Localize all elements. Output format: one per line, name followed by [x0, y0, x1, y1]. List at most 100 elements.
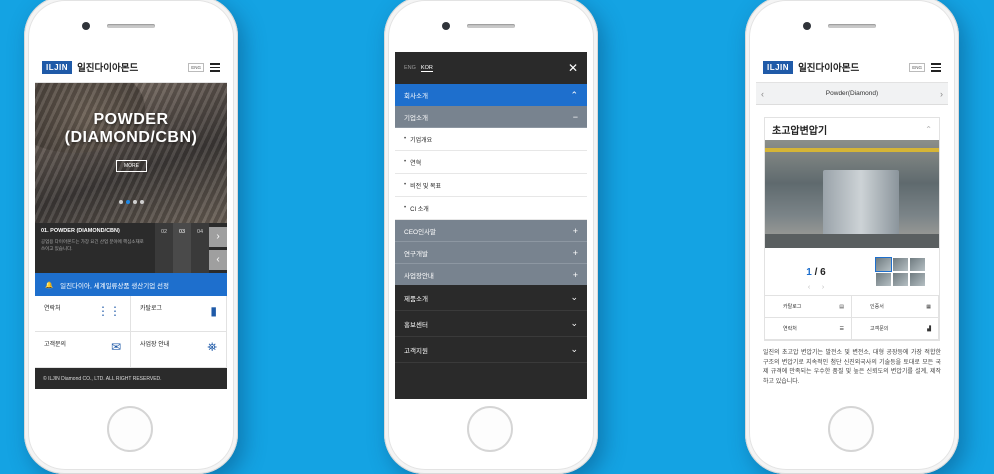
more-button[interactable]: MORE: [116, 160, 147, 172]
quick-link-catalog[interactable]: 카탈로그 ▮: [131, 296, 227, 332]
home-button[interactable]: [828, 406, 874, 452]
map-icon: ⛯: [207, 340, 217, 354]
submenu-ci[interactable]: CI 소개: [395, 197, 587, 220]
slider-dot[interactable]: [133, 200, 137, 204]
page-indicator: 1 / 6: [806, 266, 826, 278]
thumbnail[interactable]: [893, 273, 908, 286]
iljin-logo[interactable]: ILJIN: [42, 60, 73, 74]
lang-badge[interactable]: ENG: [188, 62, 204, 72]
menu-item-rnd[interactable]: 연구개발 +: [395, 242, 587, 264]
submenu-overview[interactable]: 기업개요: [395, 128, 587, 151]
chevron-down-icon: ⌄: [570, 292, 578, 302]
slide-number[interactable]: 04: [191, 223, 209, 273]
thumbnail-grid: [875, 257, 925, 286]
chevron-down-icon: ⌄: [570, 344, 578, 354]
inquiry-icon: ▟: [927, 325, 931, 332]
chevron-down-icon: ⌄: [570, 318, 578, 328]
slider-dot[interactable]: [119, 200, 123, 204]
brand-name: 일진다이아몬드: [798, 63, 860, 74]
screen-menu: ENG KOR ✕ 회사소개⌃ 기업소개− 기업개요 연혁 비전 및 목표 CI…: [395, 52, 587, 399]
chevron-left-icon[interactable]: ‹: [761, 89, 764, 99]
menu-item-company[interactable]: 회사소개 ⌃: [395, 84, 587, 106]
chevron-right-icon[interactable]: ›: [940, 89, 943, 99]
slider-dots: [119, 200, 144, 204]
menu-item-pr[interactable]: 홍보센터 ⌄: [395, 311, 587, 337]
notice-banner[interactable]: 🔔 일진다이아, 세계일류상품 생산기업 선정: [35, 273, 227, 296]
chevron-left-icon[interactable]: ‹: [209, 250, 227, 270]
site-header: ILJIN 일진다이아몬드 ENG: [35, 52, 227, 83]
product-links: 카탈로그 ▤ 인증서 ▦ 연락처 ☰ 고객문의 ▟: [765, 295, 939, 340]
close-icon[interactable]: ✕: [568, 61, 578, 75]
phone-frame-home: ILJIN 일진다이아몬드 ENG POWDER (DIAMOND/CBN) M…: [24, 0, 238, 474]
product-description: 일진의 초고압 변압기는 발전소 및 변전소, 대형 공장등에 가장 적합한 구…: [763, 350, 941, 385]
camera-dot: [442, 22, 450, 30]
chevron-right-icon[interactable]: ›: [822, 284, 824, 291]
iljin-logo[interactable]: ILJIN: [763, 60, 794, 74]
certificate-icon: ▦: [926, 303, 931, 310]
slide-caption-title: 01. POWDER (DIAMOND/CBN): [41, 228, 120, 234]
slide-number[interactable]: 02: [155, 223, 173, 273]
link-certificate[interactable]: 인증서 ▦: [852, 296, 939, 318]
thumbnail[interactable]: [875, 257, 892, 272]
gallery-arrows: ‹ ›: [771, 284, 861, 291]
quick-link-location[interactable]: 사업장 안내 ⛯: [131, 332, 227, 368]
lang-kor[interactable]: KOR: [420, 65, 433, 72]
hero-slider[interactable]: POWDER (DIAMOND/CBN) MORE: [35, 83, 227, 223]
phone-frame-product: ILJIN 일진다이아몬드 ENG ‹ Powder(Diamond) › 초고…: [745, 0, 959, 474]
quick-link-contact[interactable]: 연락처 ⋮⋮: [35, 296, 131, 332]
screen-product: ILJIN 일진다이아몬드 ENG ‹ Powder(Diamond) › 초고…: [756, 52, 948, 399]
menu-item-ceo[interactable]: CEO인사말 +: [395, 220, 587, 242]
plus-icon: +: [572, 269, 578, 280]
product-title-row[interactable]: 초고압변압기 ⌃: [765, 118, 939, 140]
category-title: Powder(Diamond): [825, 90, 879, 97]
thumbnail[interactable]: [893, 258, 908, 271]
menu-item-sites[interactable]: 사업장안내 +: [395, 264, 587, 285]
camera-dot: [82, 22, 90, 30]
lang-eng[interactable]: ENG: [404, 65, 416, 71]
submenu-history[interactable]: 연혁: [395, 151, 587, 174]
phone-icon: ⋮⋮: [97, 304, 121, 318]
slider-dot-active[interactable]: [126, 200, 130, 204]
chevron-left-icon[interactable]: ‹: [808, 284, 810, 291]
phone-frame-menu: ENG KOR ✕ 회사소개⌃ 기업소개− 기업개요 연혁 비전 및 목표 CI…: [384, 0, 598, 474]
link-inquiry[interactable]: 고객문의 ▟: [852, 318, 939, 340]
slide-caption-text: 공업용 다이아몬드는 가장 요긴 산업 분야에 핵심소재로 쓰이고 있습니다.: [41, 239, 144, 251]
slide-number[interactable]: 03: [173, 223, 191, 273]
hero-title: POWDER (DIAMOND/CBN): [64, 111, 198, 146]
chevron-right-icon[interactable]: ›: [209, 227, 227, 247]
link-contact[interactable]: 연락처 ☰: [765, 318, 852, 340]
speaker-slot: [467, 24, 515, 28]
menu-item-support[interactable]: 고객지원 ⌄: [395, 337, 587, 363]
speaker-slot: [107, 24, 155, 28]
contact-icon: ☰: [839, 325, 844, 332]
hamburger-menu-icon[interactable]: [210, 63, 220, 72]
home-button[interactable]: [107, 406, 153, 452]
menu-top-bar: ENG KOR ✕: [395, 52, 587, 84]
slide-caption-bar: 01. POWDER (DIAMOND/CBN) 공업용 다이아몬드는 가장 요…: [35, 223, 227, 273]
catalog-icon: ▮: [210, 304, 217, 318]
brand-name: 일진다이아몬드: [77, 63, 139, 74]
chevron-up-icon: ⌃: [570, 89, 578, 100]
quick-links: 연락처 ⋮⋮ 카탈로그 ▮ 고객문의 ✉ 사업장 안내 ⛯: [35, 296, 227, 368]
menu-item-company-intro[interactable]: 기업소개 −: [395, 106, 587, 128]
screen-home: ILJIN 일진다이아몬드 ENG POWDER (DIAMOND/CBN) M…: [35, 52, 227, 399]
notice-text: 일진다이아, 세계일류상품 생산기업 선정: [60, 282, 169, 290]
submenu-vision[interactable]: 비전 및 목표: [395, 174, 587, 197]
menu-item-products[interactable]: 제품소개 ⌄: [395, 285, 587, 311]
hamburger-menu-icon[interactable]: [931, 63, 941, 72]
slider-dot[interactable]: [140, 200, 144, 204]
quick-link-inquiry[interactable]: 고객문의 ✉: [35, 332, 131, 368]
chevron-up-icon[interactable]: ⌃: [925, 125, 932, 134]
thumbnail[interactable]: [910, 273, 925, 286]
minus-icon: −: [572, 111, 578, 122]
mail-icon: ✉: [110, 340, 121, 354]
product-title: 초고압변압기: [772, 125, 828, 137]
thumbnail[interactable]: [876, 273, 891, 286]
link-catalog[interactable]: 카탈로그 ▤: [765, 296, 852, 318]
lang-badge[interactable]: ENG: [909, 62, 925, 72]
product-card: 초고압변압기 ⌃ 1 / 6 ‹ › 카탈로그 ▤ 인증서 ▦ 연락처 ☰ 고객…: [764, 117, 940, 341]
home-button[interactable]: [467, 406, 513, 452]
thumbnail[interactable]: [910, 258, 925, 271]
category-nav: ‹ Powder(Diamond) ›: [756, 83, 948, 105]
speaker-slot: [828, 24, 876, 28]
